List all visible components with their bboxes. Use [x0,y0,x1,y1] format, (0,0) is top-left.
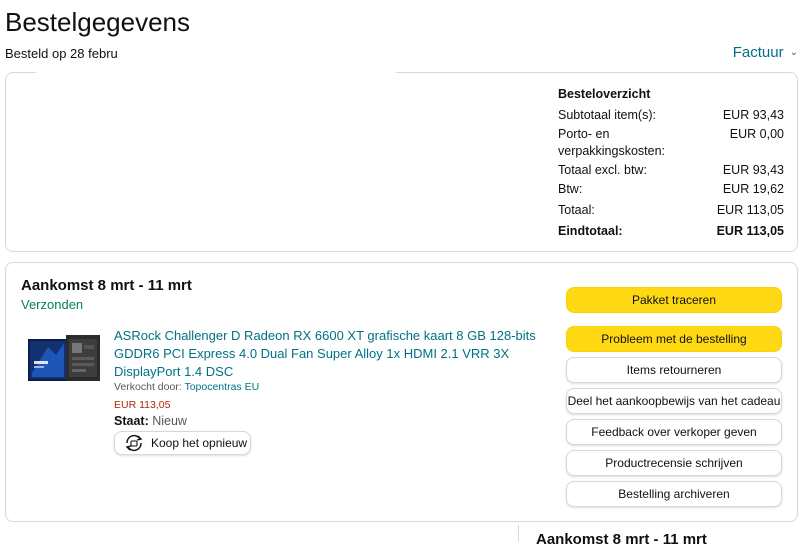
next-shipment-title: Aankomst 8 mrt - 11 mrt [536,531,707,548]
summary-value: EUR 93,43 [722,163,784,177]
repeat-buy-icon [125,434,143,452]
return-items-button[interactable]: Items retourneren [566,357,782,383]
summary-row-grand-total: Eindtotaal: EUR 113,05 [558,223,784,240]
archive-order-button[interactable]: Bestelling archiveren [566,481,782,507]
shipment-actions: Pakket traceren Probleem met de bestelli… [566,287,782,512]
summary-row-excl-vat: Totaal excl. btw: EUR 93,43 [558,162,784,179]
invoice-label: Factuur [732,44,784,61]
share-gift-receipt-button[interactable]: Deel het aankoopbewijs van het cadeau [566,388,782,414]
page-title: Bestelgegevens [5,7,191,37]
summary-label: Totaal excl. btw: [558,163,647,177]
summary-label: Porto- en verpakkingskosten: [558,127,666,158]
summary-value: EUR 113,05 [716,224,784,238]
divider [518,525,519,542]
summary-value: EUR 113,05 [716,203,784,217]
product-title-link[interactable]: ASRock Challenger D Radeon RX 6600 XT gr… [114,327,544,381]
summary-value: EUR 93,43 [722,108,784,122]
summary-row-total: Totaal: EUR 113,05 [558,202,784,219]
summary-label: Subtotaal item(s): [558,108,656,122]
summary-label: Btw: [558,182,583,196]
summary-row-vat: Btw: EUR 19,62 [558,181,784,198]
shipment-title: Aankomst 8 mrt - 11 mrt [21,277,192,294]
redacted-area [36,71,396,75]
buy-again-button[interactable]: Koop het opnieuw [114,431,251,455]
buy-again-label: Koop het opnieuw [151,436,248,450]
summary-heading: Besteloverzicht [558,87,651,101]
chevron-down-icon: ⌄ [789,47,798,58]
product-price: EUR 113,05 [114,399,171,411]
track-package-button[interactable]: Pakket traceren [566,287,782,313]
write-review-button[interactable]: Productrecensie schrijven [566,450,782,476]
seller-link[interactable]: Topocentras EU [184,381,259,393]
summary-row-subtotal: Subtotaal item(s): EUR 93,43 [558,107,784,124]
order-summary: Besteloverzicht Subtotaal item(s): EUR 9… [558,87,784,242]
shipment-card: Aankomst 8 mrt - 11 mrt Verzonden ASRock… [5,262,798,522]
seller-feedback-button[interactable]: Feedback over verkoper geven [566,419,782,445]
summary-value: EUR 0,00 [729,127,784,141]
shipment-status: Verzonden [21,297,84,312]
seller-line: Verkocht door: Topocentras EU [114,381,259,393]
summary-label: Totaal: [558,203,595,217]
invoice-dropdown[interactable]: Factuur ⌄ [733,44,798,61]
summary-label: Eindtotaal: [558,224,623,238]
graphics-card-box-icon [28,335,100,381]
product-condition: Staat: Nieuw [114,414,187,428]
problem-with-order-button[interactable]: Probleem met de bestelling [566,326,782,352]
order-date: Besteld op 28 febru [5,46,118,61]
summary-row-shipping: Porto- en verpakkingskosten: EUR 0,00 [558,126,784,160]
product-image[interactable] [26,333,104,385]
summary-value: EUR 19,62 [722,182,784,196]
sold-by-label: Verkocht door: [114,381,182,393]
order-summary-card: Besteloverzicht Subtotaal item(s): EUR 9… [5,71,798,252]
condition-value: Nieuw [152,414,187,428]
condition-label: Staat: [114,414,149,428]
